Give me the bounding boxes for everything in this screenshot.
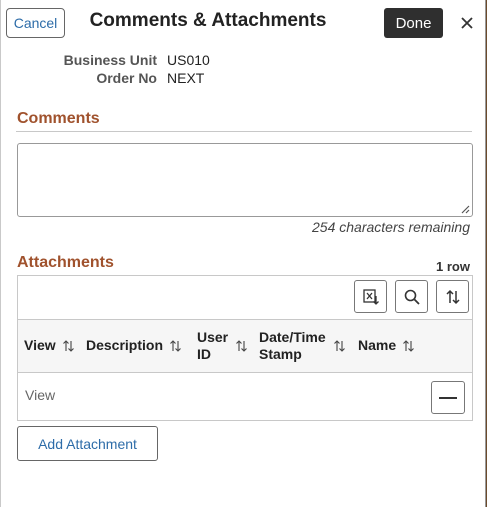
column-header-view[interactable]: View [24, 337, 75, 354]
business-unit-row: Business Unit US010 [1, 52, 485, 70]
order-no-row: Order No NEXT [1, 70, 485, 88]
done-button[interactable]: Done [384, 8, 443, 38]
comments-textarea[interactable] [17, 143, 473, 217]
column-header-label: View [24, 337, 56, 353]
sort-arrows-icon [333, 339, 346, 353]
sort-icon [445, 289, 460, 304]
comments-divider [16, 131, 472, 132]
business-unit-label: Business Unit [63, 52, 157, 68]
business-unit-value: US010 [167, 52, 210, 68]
comments-attachments-modal: Cancel Comments & Attachments Done Busin… [0, 0, 486, 507]
order-no-value: NEXT [167, 70, 205, 86]
row-count: 1 row [436, 259, 470, 274]
column-header-name[interactable]: Name [358, 337, 415, 354]
export-excel-button[interactable] [354, 280, 387, 313]
sort-arrows-icon [62, 339, 75, 353]
sort-arrows-icon [402, 339, 415, 353]
sort-button[interactable] [436, 280, 469, 313]
characters-remaining: 254 characters remaining [312, 219, 470, 235]
export-excel-icon [362, 288, 379, 305]
comments-section-title: Comments [17, 110, 100, 127]
column-header-label: Name [358, 337, 397, 353]
column-header-user-id[interactable]: User ID [197, 329, 248, 363]
search-button[interactable] [395, 280, 428, 313]
modal-title: Comments & Attachments [89, 10, 327, 31]
search-icon [404, 289, 420, 305]
column-header-label: Date/Time Stamp [259, 329, 326, 362]
resize-grip-icon[interactable] [460, 204, 470, 214]
attachments-grid: View Description User ID Date/Time Stamp [17, 275, 473, 421]
cancel-button[interactable]: Cancel [6, 8, 65, 38]
minus-icon [439, 396, 457, 399]
attachments-section-title: Attachments [17, 254, 114, 271]
modal-header: Cancel Comments & Attachments Done [1, 0, 485, 45]
column-header-timestamp[interactable]: Date/Time Stamp [259, 329, 346, 363]
close-icon [461, 17, 473, 29]
column-header-label: User ID [197, 329, 229, 362]
grid-header-row: View Description User ID Date/Time Stamp [18, 319, 472, 373]
column-header-description[interactable]: Description [86, 337, 182, 354]
order-no-label: Order No [96, 70, 157, 86]
column-header-label: Description [86, 337, 164, 353]
add-attachment-button[interactable]: Add Attachment [17, 426, 158, 461]
close-button[interactable] [456, 10, 478, 36]
delete-row-button[interactable] [431, 381, 465, 414]
sort-arrows-icon [235, 339, 248, 353]
table-row-view-cell: View [25, 387, 56, 403]
sort-arrows-icon [169, 339, 182, 353]
